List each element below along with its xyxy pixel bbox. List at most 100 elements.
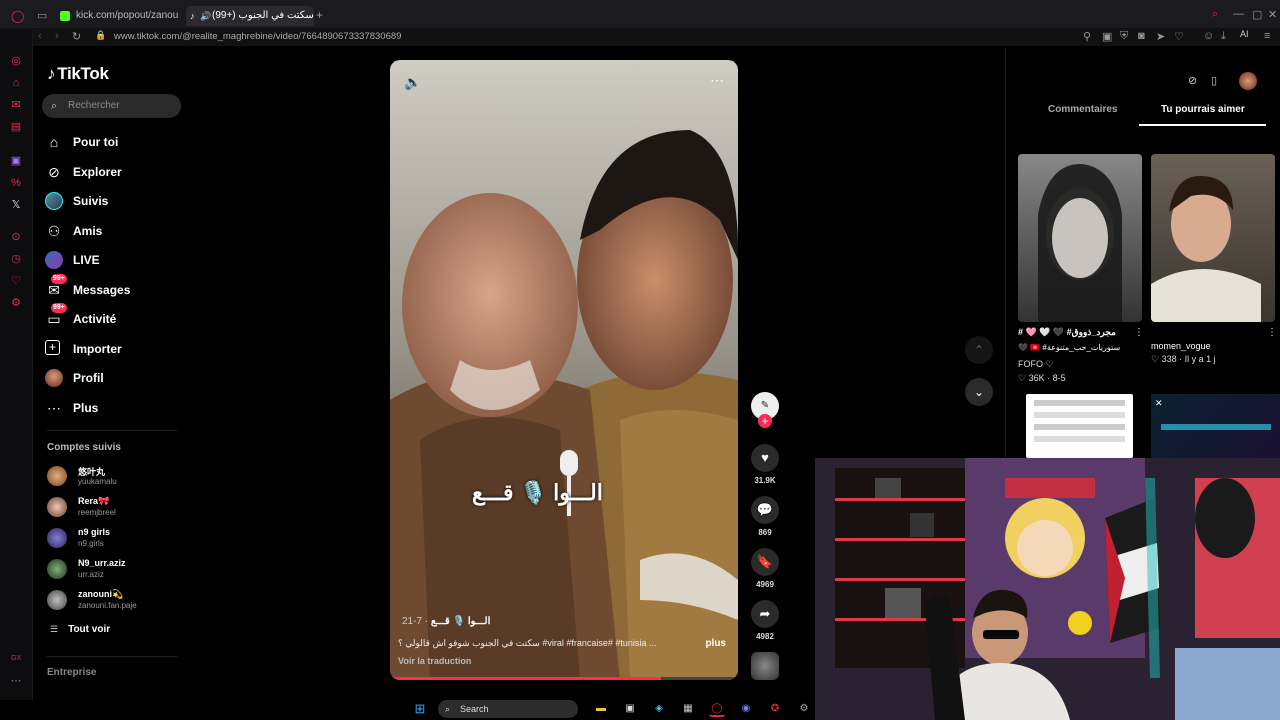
video-author[interactable]: الـــوا 🎙️ قـــع · 7-21	[398, 616, 490, 627]
x-icon[interactable]: 𝕏	[9, 198, 23, 212]
chat-icon[interactable]: ▤	[9, 120, 23, 134]
save-button[interactable]: 🔖 4969	[750, 548, 780, 589]
nav-importer[interactable]: + Importer	[45, 338, 185, 362]
search-tabs-icon[interactable]: ⌕	[1212, 8, 1218, 21]
comment-button[interactable]: 💬 869	[750, 496, 780, 537]
ai-button[interactable]: AI	[1240, 29, 1249, 39]
opera-logo-icon[interactable]: ◯	[11, 9, 24, 23]
forward-icon[interactable]: ›	[55, 30, 59, 42]
minimize-button[interactable]: —	[1233, 8, 1244, 20]
following-account[interactable]: 悠叶丸 yuukamalu	[47, 464, 187, 492]
tab-list-icon[interactable]: ▭	[37, 9, 47, 22]
footer-link-entreprise[interactable]: Entreprise	[47, 667, 96, 678]
nav-explorer[interactable]: ⊘ Explorer	[45, 161, 185, 185]
suggested-video-card[interactable]	[1151, 154, 1275, 322]
send-icon[interactable]: ➤	[1156, 30, 1165, 43]
thumbnail-stream	[1161, 424, 1271, 430]
gx-icon[interactable]: GX	[9, 652, 23, 666]
bookmark-icon: 🔖	[751, 548, 779, 576]
nav-live[interactable]: LIVE	[45, 249, 185, 273]
next-video-button[interactable]: ⌄	[965, 378, 993, 406]
volume-icon[interactable]: 🔈	[404, 74, 421, 91]
opera-gx-icon[interactable]: ◯	[709, 701, 725, 717]
like-button[interactable]: ♥ 31.9K	[750, 444, 780, 485]
more-options-icon[interactable]: ⋯	[710, 72, 724, 89]
nav-suivis[interactable]: Suivis	[45, 190, 185, 214]
more-caption-link[interactable]: plus	[705, 638, 726, 649]
file-explorer-icon[interactable]: ▬	[593, 701, 609, 717]
camera-icon[interactable]: ◙	[1138, 30, 1145, 42]
audio-icon[interactable]: 🔊	[200, 6, 211, 26]
heart-icon[interactable]: ♡	[1174, 30, 1184, 43]
nav-activite[interactable]: ▭ 99+ Activité	[45, 303, 185, 332]
tab-comments[interactable]: Commentaires	[1048, 104, 1117, 115]
nav-amis[interactable]: ⚇ Amis	[45, 220, 185, 244]
following-account[interactable]: n9 girls n9.girls	[47, 526, 187, 554]
url-field[interactable]: www.tiktok.com/@realite_maghrebine/video…	[114, 31, 401, 42]
suggested-video-card[interactable]	[1018, 154, 1142, 322]
app-icon-2[interactable]: ⚙	[796, 701, 812, 717]
reload-icon[interactable]: ↻	[72, 30, 81, 43]
close-icon[interactable]: ✕	[1155, 398, 1163, 409]
app-icon[interactable]: ✪	[767, 701, 783, 717]
following-account[interactable]: N9_urr.aziz urr.aziz	[47, 557, 187, 585]
more-side-icon[interactable]: ⋯	[9, 674, 23, 688]
nav-profil[interactable]: Profil	[45, 367, 185, 391]
opera-ai-icon[interactable]: ◎	[9, 54, 23, 68]
close-window-button[interactable]: ✕	[1268, 8, 1277, 21]
search-input[interactable]: ⌕ Rechercher	[42, 94, 181, 118]
snapshot-icon[interactable]: ▣	[1102, 30, 1112, 43]
following-account[interactable]: zanouni💫 zanouni.fan.paje	[47, 588, 187, 616]
tab-tiktok[interactable]: ♪ 🔊 سكتت في الجنوب (+99)	[186, 6, 314, 26]
bookmark-side-icon[interactable]: ♡	[9, 274, 23, 288]
nav-messages[interactable]: ✉ 99+ Messages	[45, 274, 185, 303]
card-more-icon[interactable]: ⋮	[1267, 327, 1277, 338]
avatar	[47, 466, 67, 486]
video-player[interactable]: 🔈 ⋯ الـــوا 🎙️ قـــع الـــوا 🎙️ قـــع · …	[390, 60, 738, 680]
tiktok-logo[interactable]: ♪ TikTok	[47, 64, 109, 84]
download-icon[interactable]: ⤓	[1221, 30, 1226, 43]
phone-icon[interactable]: ▯	[1211, 74, 1217, 87]
compass-icon[interactable]: ⊘	[1188, 74, 1197, 87]
maximize-button[interactable]: ▢	[1252, 8, 1262, 21]
music-disc[interactable]	[750, 652, 780, 680]
address-bar-row: ‹ › ↻ 🔒 www.tiktok.com/@realite_maghrebi…	[0, 28, 1280, 46]
progress-track[interactable]	[390, 677, 738, 680]
nav-pour-toi[interactable]: ⌂ Pour toi	[45, 131, 185, 155]
player-icon[interactable]: ⊙	[9, 230, 23, 244]
following-account[interactable]: Rera🎀 reemjbreel	[47, 495, 187, 523]
share-button[interactable]: ➦ 4982	[750, 600, 780, 641]
account-icon[interactable]: ☺	[1203, 30, 1214, 42]
back-icon[interactable]: ‹	[38, 30, 42, 42]
tab-kick[interactable]: kick.com/popout/zanouni/c	[58, 6, 178, 26]
store-icon[interactable]: ▣	[622, 701, 638, 717]
shield-icon[interactable]: ⛨	[1120, 30, 1128, 43]
follow-plus-icon[interactable]: +	[758, 414, 772, 428]
taskbar-search[interactable]: ⌕ Search	[438, 700, 578, 718]
creator-avatar[interactable]: ✎ +	[750, 392, 780, 428]
messenger-icon[interactable]: ✉	[9, 98, 23, 112]
pin-icon[interactable]: ⚲	[1083, 30, 1091, 43]
home-side-icon[interactable]: ⌂	[9, 76, 23, 90]
copilot-icon[interactable]: ◈	[651, 701, 667, 717]
history-icon[interactable]: ◷	[9, 252, 23, 266]
see-all-link[interactable]: ☰ Tout voir	[50, 624, 110, 635]
new-tab-button[interactable]: +	[316, 8, 323, 22]
tab-suggestions[interactable]: Tu pourrais aimer	[1161, 104, 1245, 115]
suggested-video-card[interactable]: ✕	[1151, 394, 1280, 458]
nav-plus[interactable]: ⋯ Plus	[45, 397, 185, 421]
compass-icon: ⊘	[48, 164, 60, 180]
suggested-video-card[interactable]	[1026, 394, 1133, 458]
heart-icon: ♡	[1018, 373, 1029, 383]
windows-start-icon[interactable]: ⊞	[412, 701, 428, 717]
calculator-icon[interactable]: ▦	[680, 701, 696, 717]
discord-icon[interactable]: ◉	[738, 701, 754, 717]
settings-icon[interactable]: ⚙	[9, 296, 23, 310]
avatar[interactable]	[1239, 72, 1257, 90]
previous-video-button[interactable]: ⌃	[965, 336, 993, 364]
twitch-icon[interactable]: ▣	[9, 154, 23, 168]
menu-icon[interactable]: ≡	[1264, 30, 1270, 42]
translate-link[interactable]: Voir la traduction	[398, 656, 471, 666]
card-more-icon[interactable]: ⋮	[1134, 327, 1144, 338]
percent-icon[interactable]: %	[9, 176, 23, 190]
